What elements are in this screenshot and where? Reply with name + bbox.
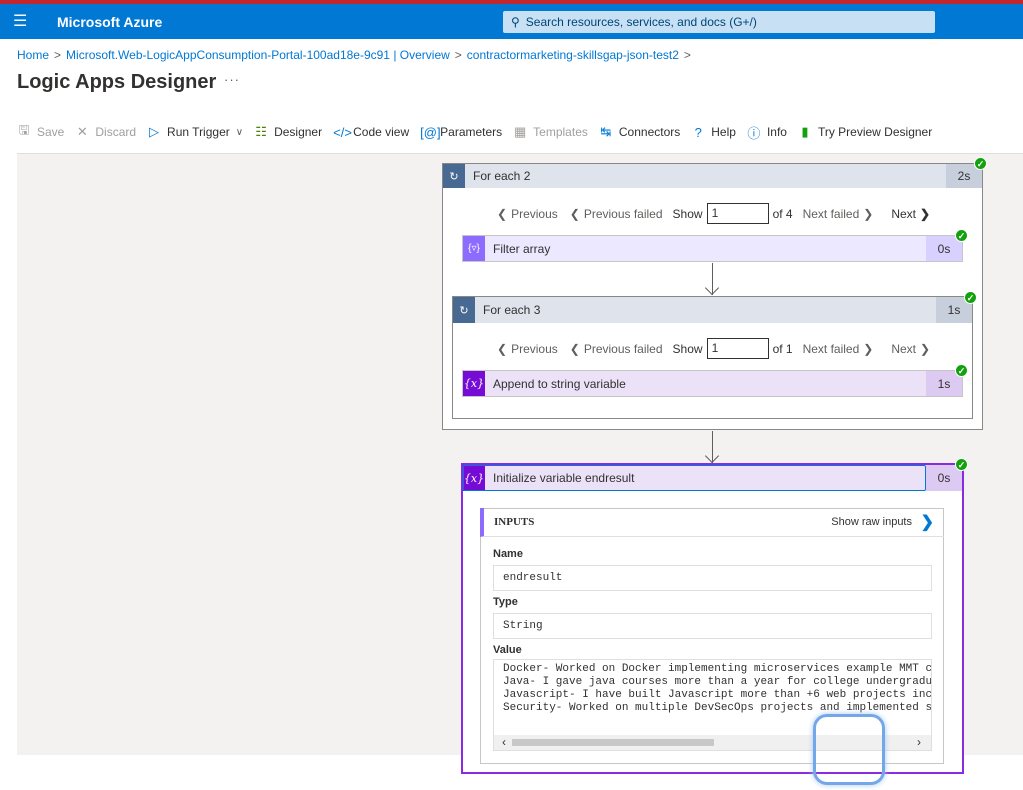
- type-field: String: [493, 613, 932, 639]
- loop-icon: ↻: [443, 164, 465, 188]
- previous-button[interactable]: Previous: [511, 207, 558, 221]
- next-button[interactable]: Next: [891, 342, 916, 356]
- chevron-left-icon: ❮: [569, 341, 580, 356]
- breadcrumb: Home > Microsoft.Web-LogicAppConsumption-P…: [17, 48, 696, 62]
- append-variable-title: Append to string variable: [493, 376, 626, 391]
- help-icon: ?: [694, 124, 702, 140]
- scrollbar-thumb[interactable]: [512, 739, 714, 746]
- more-options-icon[interactable]: ···: [224, 72, 240, 87]
- success-check-icon: ✓: [955, 364, 968, 377]
- focus-outline: [463, 465, 926, 491]
- designer-toolbar: 🖫 Save ✕ Discard ▷ Run Trigger ∨ ☷ Designer <…: [17, 122, 943, 142]
- show-raw-inputs-link[interactable]: Show raw inputs: [831, 516, 912, 528]
- connectors-icon: ↹: [600, 124, 612, 139]
- append-variable-action[interactable]: {x} Append to string variable 1s: [462, 370, 963, 397]
- parameters-button[interactable]: [@] Parameters: [420, 125, 502, 140]
- foreach2-header[interactable]: ↻ For each 2 2s: [443, 164, 982, 188]
- filter-icon: {▿}: [463, 236, 485, 261]
- chevron-right-icon: ❯: [863, 206, 874, 221]
- foreach3-title: For each 3: [483, 303, 541, 317]
- previous-button[interactable]: Previous: [511, 342, 558, 356]
- chevron-left-icon: ❮: [497, 206, 508, 221]
- try-preview-button[interactable]: ▮ Try Preview Designer: [798, 124, 932, 140]
- success-check-icon: ✓: [955, 229, 968, 242]
- parameters-icon: [@]: [420, 124, 441, 140]
- info-icon: ⓘ: [747, 125, 761, 141]
- next-failed-button[interactable]: Next failed: [803, 207, 860, 221]
- scroll-right-icon[interactable]: ›: [917, 735, 921, 749]
- breadcrumb-home[interactable]: Home: [17, 48, 49, 62]
- iteration-input[interactable]: 1: [706, 203, 769, 224]
- click-indicator: [813, 714, 885, 785]
- close-icon: ✕: [76, 124, 88, 139]
- chevron-left-icon: ❮: [569, 206, 580, 221]
- global-search-input[interactable]: ⚲ Search resources, services, and docs (G…: [503, 11, 935, 33]
- iteration-input[interactable]: 1: [706, 338, 769, 359]
- run-trigger-button[interactable]: ▷ Run Trigger ∨: [147, 124, 243, 140]
- breadcrumb-resource[interactable]: Microsoft.Web-LogicAppConsumption-Portal…: [66, 48, 450, 62]
- info-button[interactable]: ⓘ Info: [747, 123, 787, 142]
- templates-icon: ▦: [514, 124, 527, 139]
- foreach3-header[interactable]: ↻ For each 3 1s: [453, 297, 972, 323]
- chevron-right-icon: >: [54, 48, 62, 62]
- next-failed-button[interactable]: Next failed: [803, 342, 860, 356]
- chevron-right-icon: >: [683, 48, 691, 62]
- save-icon: 🖫: [18, 122, 30, 137]
- inputs-header: INPUTS Show raw inputs ❯: [480, 508, 944, 537]
- chevron-left-icon: ❮: [497, 341, 508, 356]
- filter-array-action[interactable]: {▿} Filter array 0s: [462, 235, 963, 262]
- show-label: Show: [672, 341, 703, 356]
- code-view-button[interactable]: </> Code view: [333, 125, 409, 140]
- chevron-right-icon: >: [454, 48, 462, 62]
- iteration-count: of 4: [772, 206, 793, 221]
- loop-icon: ↻: [453, 297, 475, 323]
- value-line: Java- I gave java courses more than a ye…: [503, 676, 932, 688]
- chevron-down-icon: ∨: [235, 126, 244, 138]
- success-check-icon: ✓: [974, 157, 987, 170]
- designer-icon: ☷: [255, 124, 267, 139]
- name-label: Name: [493, 548, 523, 560]
- previous-failed-button[interactable]: Previous failed: [584, 207, 663, 221]
- bookmark-icon: ▮: [801, 124, 809, 139]
- value-line: Docker- Worked on Docker implementing mi…: [503, 663, 932, 675]
- success-check-icon: ✓: [964, 291, 977, 304]
- designer-button[interactable]: ☷ Designer: [254, 124, 322, 140]
- iteration-count: of 1: [772, 341, 793, 356]
- filter-array-title: Filter array: [493, 241, 551, 256]
- connectors-button[interactable]: ↹ Connectors: [599, 124, 680, 140]
- page-title: Logic Apps Designer: [17, 71, 217, 93]
- success-check-icon: ✓: [955, 458, 968, 471]
- play-icon: ▷: [149, 124, 160, 139]
- brand-title[interactable]: Microsoft Azure: [57, 14, 162, 30]
- value-line: Javascript- I have built Javascript more…: [503, 689, 932, 701]
- previous-failed-button[interactable]: Previous failed: [584, 342, 663, 356]
- foreach2-pager: ❮ Previous ❮ Previous failed Show 1 of 4 N…: [497, 203, 930, 224]
- next-button[interactable]: Next: [891, 207, 916, 221]
- value-label: Value: [493, 644, 522, 656]
- breadcrumb-app[interactable]: contractormarketing-skillsgap-json-test2: [467, 48, 679, 62]
- templates-button[interactable]: ▦ Templates: [513, 124, 588, 140]
- name-field: endresult: [493, 565, 932, 591]
- chevron-right-icon: ❯: [920, 341, 931, 356]
- hamburger-icon[interactable]: ☰: [13, 11, 27, 31]
- variable-icon: {x}: [463, 371, 485, 396]
- search-placeholder: Search resources, services, and docs (G+…: [525, 15, 757, 29]
- inputs-label: INPUTS: [494, 516, 535, 528]
- discard-button[interactable]: ✕ Discard: [75, 124, 136, 140]
- azure-top-bar: ☰ Microsoft Azure ⚲ Search resources, ser…: [0, 4, 1023, 39]
- show-label: Show: [672, 206, 703, 221]
- scroll-left-icon[interactable]: ‹: [502, 735, 506, 749]
- foreach2-title: For each 2: [473, 169, 531, 183]
- chevron-right-icon: ❯: [863, 341, 874, 356]
- search-icon: ⚲: [511, 15, 520, 29]
- foreach3-pager: ❮ Previous ❮ Previous failed Show 1 of 1 N…: [497, 338, 930, 359]
- type-label: Type: [493, 596, 518, 608]
- chevron-right-icon: ❯: [920, 206, 931, 221]
- code-icon: </>: [333, 124, 352, 140]
- chevron-right-icon[interactable]: ❯: [921, 512, 934, 532]
- help-button[interactable]: ? Help: [691, 125, 736, 140]
- save-button[interactable]: 🖫 Save: [17, 121, 64, 143]
